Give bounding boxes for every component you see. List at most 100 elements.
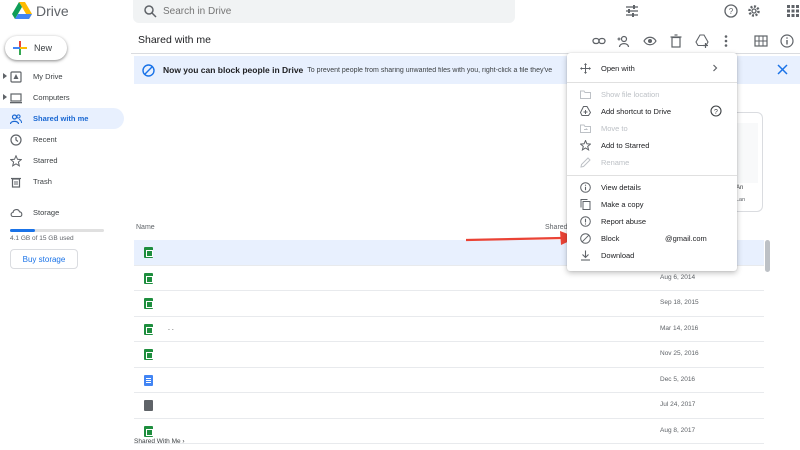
my-drive-icon bbox=[10, 70, 22, 83]
drive-logo-icon[interactable] bbox=[12, 2, 32, 20]
storage-label: Storage bbox=[33, 208, 60, 217]
menu-item-label: Download bbox=[601, 251, 635, 260]
scrollbar[interactable] bbox=[765, 240, 770, 272]
sidebar-item-label: My Drive bbox=[33, 72, 63, 81]
menu-item-label: Make a copy bbox=[601, 200, 644, 209]
sidebar-item-recent[interactable]: Recent bbox=[0, 129, 130, 150]
table-row[interactable]: Nov 25, 2016 bbox=[134, 342, 764, 368]
move-arrows-icon bbox=[580, 63, 591, 74]
spreadsheet-icon bbox=[144, 247, 153, 258]
table-row[interactable]: . . Mar 14, 2016 bbox=[134, 317, 764, 342]
close-icon[interactable] bbox=[777, 64, 788, 75]
sidebar-item-storage[interactable]: Storage bbox=[10, 207, 59, 218]
search-icon[interactable] bbox=[143, 4, 157, 18]
banner-title: Now you can block people in Drive bbox=[163, 65, 304, 75]
suggested-file-card[interactable]: An Lan bbox=[733, 112, 763, 212]
table-row[interactable]: Jul 24, 2017 bbox=[134, 393, 764, 419]
menu-item-label: View details bbox=[601, 183, 641, 192]
block-icon bbox=[142, 63, 155, 77]
table-row[interactable]: Dec 5, 2016 bbox=[134, 368, 764, 393]
shared-folder-icon bbox=[144, 400, 153, 411]
table-row[interactable]: Aug 8, 2017 bbox=[134, 419, 764, 444]
menu-item-show-file-location[interactable]: Show file location bbox=[567, 86, 737, 103]
banner-text: To prevent people from sharing unwanted … bbox=[307, 66, 553, 74]
info-icon[interactable] bbox=[780, 34, 794, 48]
expand-caret-icon[interactable] bbox=[3, 73, 7, 79]
sidebar-nav: My Drive Computers Shared with me Recent… bbox=[0, 66, 130, 192]
spreadsheet-icon bbox=[144, 272, 153, 284]
breadcrumb[interactable]: Shared With Me › bbox=[134, 438, 185, 450]
folder-icon bbox=[580, 90, 591, 99]
add-to-drive-icon[interactable] bbox=[695, 34, 709, 48]
sidebar-item-trash[interactable]: Trash bbox=[0, 171, 130, 192]
breadcrumb-label: Shared With Me bbox=[134, 438, 181, 445]
page-title: Shared with me bbox=[138, 34, 211, 46]
context-menu: Open with Show file location Add shortcu… bbox=[567, 53, 737, 271]
settings-gear-icon[interactable] bbox=[747, 4, 761, 18]
column-name[interactable]: Name bbox=[136, 224, 155, 231]
search-bar[interactable] bbox=[133, 0, 638, 23]
expand-caret-icon[interactable] bbox=[3, 94, 7, 100]
spreadsheet-icon bbox=[144, 425, 153, 437]
share-add-person-icon[interactable] bbox=[617, 34, 631, 48]
clock-icon bbox=[10, 133, 22, 146]
sidebar-item-starred[interactable]: Starred bbox=[0, 150, 130, 171]
menu-item-label: Add to Starred bbox=[601, 141, 650, 150]
sidebar-item-shared-with-me[interactable]: Shared with me bbox=[0, 108, 124, 129]
grid-view-icon[interactable] bbox=[754, 34, 768, 48]
menu-item-rename[interactable]: Rename bbox=[567, 154, 737, 171]
star-icon bbox=[10, 154, 22, 167]
svg-text:?: ? bbox=[729, 7, 734, 16]
menu-item-open-with[interactable]: Open with bbox=[567, 60, 737, 77]
menu-item-block[interactable]: Block @gmail.com bbox=[567, 230, 737, 247]
menu-item-report-abuse[interactable]: Report abuse bbox=[567, 213, 737, 230]
block-icon bbox=[580, 233, 591, 244]
chevron-right-icon: › bbox=[182, 438, 185, 445]
block-email: @gmail.com bbox=[665, 234, 707, 243]
menu-item-label: Block bbox=[601, 234, 620, 243]
help-icon[interactable]: ? bbox=[710, 105, 722, 117]
new-button[interactable]: New bbox=[5, 36, 67, 60]
link-icon[interactable] bbox=[592, 34, 606, 48]
card-title: An bbox=[736, 185, 744, 191]
menu-item-label: Report abuse bbox=[601, 217, 647, 226]
info-icon bbox=[580, 182, 591, 193]
sidebar-item-label: Starred bbox=[33, 156, 58, 165]
file-shared-date: Aug 8, 2017 bbox=[660, 426, 696, 434]
copy-icon bbox=[580, 199, 591, 210]
top-bar: Drive ? bbox=[0, 0, 800, 24]
file-shared-date: Jul 24, 2017 bbox=[660, 401, 696, 408]
storage-progress-fill bbox=[10, 229, 36, 232]
sidebar-item-my-drive[interactable]: My Drive bbox=[0, 66, 130, 87]
buy-storage-button[interactable]: Buy storage bbox=[10, 249, 78, 269]
preview-eye-icon[interactable] bbox=[643, 34, 657, 48]
computer-icon bbox=[10, 92, 22, 103]
move-folder-icon bbox=[580, 124, 591, 133]
remove-trash-icon[interactable] bbox=[669, 34, 683, 48]
add-shortcut-icon bbox=[580, 106, 591, 116]
table-row[interactable]: Sep 18, 2015 bbox=[134, 291, 764, 317]
cloud-icon bbox=[10, 209, 23, 218]
search-options-icon[interactable] bbox=[625, 4, 639, 18]
menu-item-add-to-starred[interactable]: Add to Starred bbox=[567, 137, 737, 154]
help-icon[interactable]: ? bbox=[724, 4, 738, 18]
trash-icon bbox=[11, 177, 21, 188]
apps-grid-icon[interactable] bbox=[786, 4, 800, 18]
menu-item-view-details[interactable]: View details bbox=[567, 179, 737, 196]
menu-item-move-to[interactable]: Move to bbox=[567, 120, 737, 137]
storage-usage-text: 4.1 GB of 15 GB used bbox=[10, 235, 74, 242]
star-icon bbox=[580, 140, 591, 151]
search-input[interactable] bbox=[163, 4, 463, 19]
sidebar-item-computers[interactable]: Computers bbox=[0, 87, 130, 108]
menu-divider bbox=[567, 82, 737, 83]
menu-item-label: Show file location bbox=[601, 90, 660, 99]
sidebar-item-label: Computers bbox=[33, 93, 70, 102]
more-actions-icon[interactable] bbox=[719, 34, 733, 48]
menu-item-download[interactable]: Download bbox=[567, 247, 737, 264]
menu-item-label: Add shortcut to Drive bbox=[601, 107, 672, 116]
file-shared-date: Mar 14, 2016 bbox=[660, 324, 699, 332]
menu-item-add-shortcut[interactable]: Add shortcut to Drive ? bbox=[567, 103, 737, 120]
menu-item-label: Rename bbox=[601, 158, 630, 167]
menu-item-make-a-copy[interactable]: Make a copy bbox=[567, 196, 737, 213]
sidebar-item-label: Trash bbox=[33, 177, 52, 186]
